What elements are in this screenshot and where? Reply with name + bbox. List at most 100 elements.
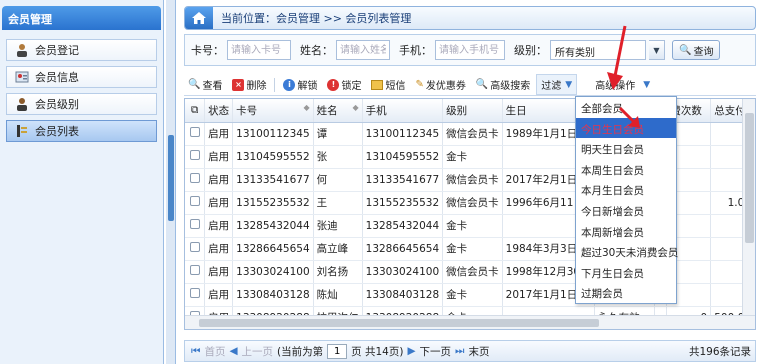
card-number-cell: 13285432044 (232, 214, 314, 238)
name-cell: 刘名扬 (313, 260, 363, 284)
pagination-bar: ⏮ 首页 ◀ 上一页 (当前为第 页 共14页) ▶ 下一页 ⏭ 末页 共196… (184, 340, 756, 362)
sidebar-item-label: 会员列表 (35, 125, 79, 138)
row-checkbox-cell[interactable] (185, 237, 206, 261)
sms-label: 短信 (385, 81, 406, 92)
horizontal-scrollbar[interactable] (185, 315, 755, 329)
prev-page-icon[interactable]: ◀ (229, 345, 237, 357)
prev-page-link[interactable]: 上一页 (242, 344, 274, 359)
row-checkbox[interactable] (189, 127, 200, 137)
search-icon: 🔍 (679, 44, 692, 56)
filter-menu-item[interactable]: 过期会员 (576, 282, 676, 303)
level-cell: 金卡 (442, 145, 503, 169)
sidebar-splitter[interactable] (166, 0, 176, 364)
level-cell: 微信会员卡 (442, 122, 503, 146)
phone-cell: 13155235532 (362, 191, 444, 215)
sms-button[interactable]: 短信 (367, 75, 409, 94)
filter-menu-item[interactable]: 本周新增会员 (576, 221, 676, 242)
row-checkbox-cell[interactable] (185, 214, 206, 238)
phone-cell: 13133541677 (362, 168, 444, 192)
home-icon (192, 12, 206, 24)
card-label: 卡号： (191, 44, 224, 57)
page-number-input[interactable] (327, 343, 348, 359)
column-header[interactable]: 姓名 ◆ (313, 99, 363, 123)
level-label: 级别： (514, 44, 547, 57)
unlock-button[interactable]: i 解锁 (279, 75, 321, 94)
row-checkbox[interactable] (189, 196, 200, 206)
scroll-thumb[interactable] (199, 319, 599, 327)
column-header[interactable]: 卡号 ◆ (232, 99, 314, 123)
card-number-cell: 13286645654 (232, 237, 314, 261)
advanced-ops-button[interactable]: 高级操作 ▼ (591, 75, 654, 94)
coupon-label: 发优惠券 (425, 81, 466, 92)
sidebar-item-label: 会员登记 (35, 44, 79, 57)
name-cell: 王 (313, 191, 363, 215)
level-cell: 微信会员卡 (442, 168, 503, 192)
total-records: 共196条记录 (688, 345, 751, 358)
user-level-icon (17, 98, 27, 111)
filter-menu-item[interactable]: 明天生日会员 (576, 138, 676, 159)
sidebar-item-member-register[interactable]: 会员登记 (6, 39, 157, 61)
status-cell: 启用 (204, 260, 234, 284)
sidebar-item-member-level[interactable]: 会员级别 (6, 93, 157, 115)
sidebar-item-member-list[interactable]: 会员列表 (6, 120, 157, 142)
lock-button[interactable]: ! 锁定 (323, 75, 365, 94)
toolbar-divider (274, 77, 276, 92)
first-page-icon[interactable]: ⏮ (191, 345, 200, 358)
row-checkbox-cell[interactable] (185, 122, 206, 146)
card-number-cell: 13104595552 (232, 145, 314, 169)
filter-dropdown-button[interactable]: 过滤 ▼ (536, 74, 578, 95)
phone-input[interactable] (435, 40, 505, 60)
row-checkbox-cell[interactable] (185, 145, 206, 169)
delete-button[interactable]: × 删除 (228, 75, 270, 94)
column-header[interactable]: 手机 (362, 99, 444, 123)
card-number-input[interactable] (227, 40, 291, 60)
phone-cell: 13100112345 (362, 122, 444, 146)
filter-menu-item[interactable]: 超过30天未消费会员 (576, 241, 678, 262)
level-cell: 金卡 (442, 237, 503, 261)
row-checkbox[interactable] (189, 150, 200, 160)
row-checkbox-cell[interactable] (185, 260, 206, 284)
row-checkbox[interactable] (189, 173, 200, 183)
scroll-thumb[interactable] (745, 113, 754, 243)
status-cell: 启用 (204, 283, 234, 307)
row-checkbox[interactable] (189, 288, 200, 298)
filter-menu-item[interactable]: 今日生日会员 (576, 117, 676, 139)
home-button[interactable] (185, 7, 213, 29)
query-button[interactable]: 🔍 查询 (672, 40, 721, 60)
filter-menu-item[interactable]: 下月生日会员 (576, 262, 676, 283)
row-checkbox-cell[interactable] (185, 191, 206, 215)
coupon-button[interactable]: ✎ 发优惠券 (411, 75, 469, 94)
first-page-link[interactable]: 首页 (204, 344, 225, 359)
filter-menu-item[interactable]: 本月生日会员 (576, 179, 676, 200)
collapse-handle[interactable] (168, 135, 174, 221)
level-select[interactable]: 所有类别 (550, 40, 646, 60)
column-header[interactable]: 状态 (204, 99, 234, 123)
filter-menu-item[interactable]: 今日新增会员 (576, 200, 676, 221)
last-page-link[interactable]: 末页 (468, 344, 489, 359)
column-header[interactable]: 级别 (442, 99, 503, 123)
filter-menu-item[interactable]: 全部会员 (576, 97, 676, 118)
advanced-ops-label: 高级操作 (595, 81, 636, 92)
copy-icon[interactable]: ⧉ (185, 99, 206, 123)
name-cell: 陈灿 (313, 283, 363, 307)
name-cell: 何 (313, 168, 363, 192)
advanced-search-button[interactable]: 🔍 高级搜索 (472, 75, 534, 94)
filter-menu-item[interactable]: 本周生日会员 (576, 159, 676, 180)
sidebar-item-member-info[interactable]: 会员信息 (6, 66, 157, 88)
row-checkbox[interactable] (189, 242, 200, 252)
row-checkbox[interactable] (189, 219, 200, 229)
delete-label: 删除 (246, 81, 267, 92)
row-checkbox[interactable] (189, 265, 200, 275)
view-button[interactable]: 🔍 查看 (184, 75, 226, 94)
search-icon: 🔍 (475, 79, 489, 90)
row-checkbox-cell[interactable] (185, 283, 206, 307)
name-input[interactable] (336, 40, 390, 60)
breadcrumb: 当前位置：会员管理 >> 会员列表管理 (221, 12, 412, 25)
chevron-down-icon[interactable]: ▼ (649, 40, 665, 60)
vertical-scrollbar[interactable] (742, 99, 755, 317)
row-checkbox-cell[interactable] (185, 168, 206, 192)
next-page-icon[interactable]: ▶ (407, 345, 415, 357)
last-page-icon[interactable]: ⏭ (455, 345, 464, 358)
column-header-label: 卡号 (236, 104, 258, 117)
next-page-link[interactable]: 下一页 (420, 344, 452, 359)
